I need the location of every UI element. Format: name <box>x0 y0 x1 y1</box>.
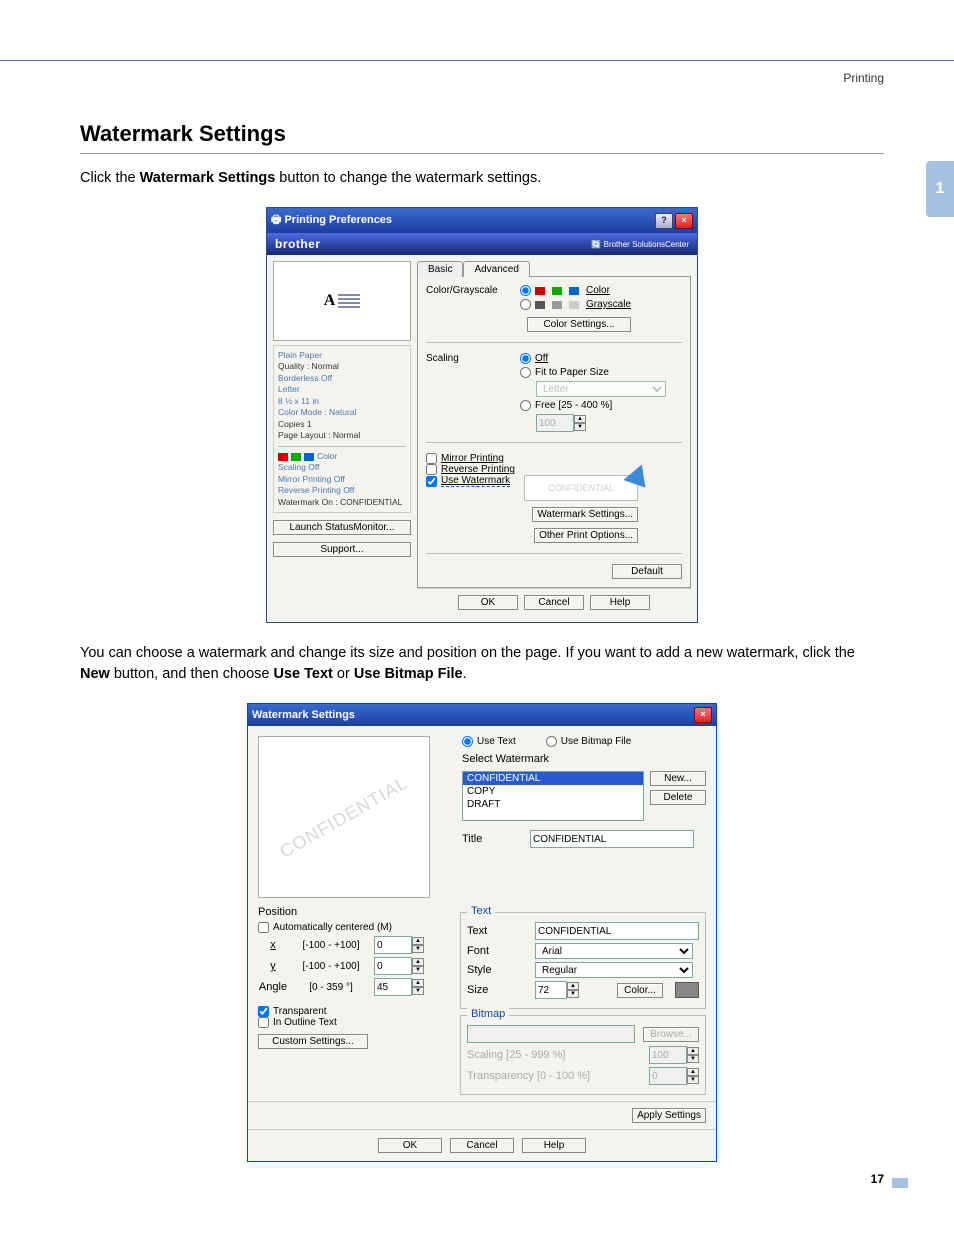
checkbox-outline-text[interactable]: In Outline Text <box>258 1017 446 1028</box>
checkbox-auto-centered[interactable]: Automatically centered (M) <box>258 922 446 933</box>
label-scaling: Scaling <box>426 353 510 364</box>
other-print-options-button[interactable]: Other Print Options... <box>534 528 638 543</box>
watermark-settings-button[interactable]: Watermark Settings... <box>532 507 638 522</box>
label-angle: Angle <box>258 981 288 993</box>
help-button[interactable]: Help <box>590 595 650 610</box>
label-transparency-pct: Transparency [0 - 100 %] <box>467 1070 641 1082</box>
solutions-center-link[interactable]: 🔄 Brother SolutionsCenter <box>591 240 689 249</box>
default-button[interactable]: Default <box>612 564 682 579</box>
label-scaling-pct: Scaling [25 - 999 %] <box>467 1049 641 1061</box>
radio-free-scaling[interactable]: Free [25 - 400 %] <box>520 400 666 411</box>
watermark-sample-preview: CONFIDENTIAL <box>524 475 638 501</box>
label-title: Title <box>462 833 522 845</box>
cancel-button[interactable]: Cancel <box>450 1138 514 1153</box>
label-style: Style <box>467 964 527 976</box>
page-number: 17 <box>871 1172 884 1186</box>
support-button[interactable]: Support... <box>273 542 411 557</box>
list-item[interactable]: DRAFT <box>463 798 643 811</box>
intro-bold: Watermark Settings <box>140 170 276 186</box>
label-color-grayscale: Color/Grayscale <box>426 285 510 296</box>
launch-status-monitor-button[interactable]: Launch StatusMonitor... <box>273 520 411 535</box>
title-input[interactable] <box>530 830 694 848</box>
label-font: Font <box>467 945 527 957</box>
header-category: Printing <box>843 71 884 85</box>
custom-settings-button[interactable]: Custom Settings... <box>258 1034 368 1049</box>
y-spinner[interactable]: ▲▼ <box>374 957 424 975</box>
ok-button[interactable]: OK <box>458 595 518 610</box>
list-item[interactable]: CONFIDENTIAL <box>463 772 643 785</box>
free-scaling-spinner: ▲▼ <box>536 414 666 432</box>
cancel-button[interactable]: Cancel <box>524 595 584 610</box>
intro-paragraph: Click the Watermark Settings button to c… <box>80 168 884 189</box>
settings-summary: Plain Paper Quality : Normal Borderless … <box>273 345 411 513</box>
label-size: Size <box>467 984 527 996</box>
checkbox-mirror-printing[interactable]: Mirror Printing <box>426 453 682 464</box>
close-icon[interactable]: × <box>694 707 712 723</box>
checkbox-transparent[interactable]: Transparent <box>258 1006 446 1017</box>
bitmap-scaling-spinner: ▲▼ <box>649 1046 699 1064</box>
printing-preferences-dialog: 🖶 Printing Preferences ? × brother 🔄 Bro… <box>266 207 698 623</box>
angle-spinner[interactable]: ▲▼ <box>374 978 424 996</box>
brand-logo: brother <box>275 237 321 251</box>
apply-settings-button[interactable]: Apply Settings <box>632 1108 706 1123</box>
size-spinner[interactable]: ▲▼ <box>535 981 579 999</box>
range-x: [-100 - +100] <box>296 940 366 951</box>
label-position: Position <box>258 906 446 918</box>
radio-color[interactable]: Color <box>520 285 631 296</box>
help-button[interactable]: Help <box>522 1138 586 1153</box>
range-y: [-100 - +100] <box>296 961 366 972</box>
range-angle: [0 - 359 °] <box>296 982 366 993</box>
label-x: x <box>258 939 288 951</box>
close-icon[interactable]: × <box>675 213 693 229</box>
color-button[interactable]: Color... <box>617 983 663 998</box>
help-icon[interactable]: ? <box>655 213 673 229</box>
titlebar: 🖶 Printing Preferences ? × <box>267 208 697 233</box>
fit-paper-select: Letter <box>536 381 666 397</box>
mid-paragraph: You can choose a watermark and change it… <box>80 643 884 685</box>
dialog2-title: Watermark Settings <box>252 709 355 721</box>
bitmap-path-input <box>467 1025 635 1043</box>
page-number-accent <box>892 1178 908 1188</box>
browse-button: Browse... <box>643 1027 699 1042</box>
font-select[interactable]: Arial <box>535 943 693 959</box>
x-spinner[interactable]: ▲▼ <box>374 936 424 954</box>
page-preview: A <box>273 261 411 341</box>
watermark-listbox[interactable]: CONFIDENTIAL COPY DRAFT <box>462 771 644 821</box>
bitmap-groupbox: Bitmap Browse... Scaling [25 - 999 %]▲▼ … <box>460 1015 706 1095</box>
radio-scaling-off[interactable]: Off <box>520 353 666 364</box>
new-button[interactable]: New... <box>650 771 706 786</box>
brand-row: brother 🔄 Brother SolutionsCenter <box>267 233 697 255</box>
watermark-preview: CONFIDENTIAL <box>258 736 430 898</box>
watermark-settings-dialog: Watermark Settings × CONFIDENTIAL Use Te… <box>247 703 717 1162</box>
label-text: Text <box>467 925 527 937</box>
checkbox-use-watermark[interactable]: Use Watermark <box>426 475 510 487</box>
chapter-side-tab: 1 <box>926 161 954 217</box>
ok-button[interactable]: OK <box>378 1138 442 1153</box>
radio-grayscale[interactable]: Grayscale <box>520 299 631 310</box>
radio-fit-paper[interactable]: Fit to Paper Size <box>520 367 666 378</box>
color-swatch <box>675 982 699 998</box>
dialog-title: 🖶 Printing Preferences <box>271 211 392 230</box>
intro-text-c: button to change the watermark settings. <box>275 170 541 186</box>
delete-button[interactable]: Delete <box>650 790 706 805</box>
list-item[interactable]: COPY <box>463 785 643 798</box>
tab-advanced[interactable]: Advanced <box>463 261 529 277</box>
label-select-watermark: Select Watermark <box>462 753 706 765</box>
label-y: y <box>258 960 288 972</box>
radio-use-text[interactable]: Use Text <box>462 736 516 747</box>
bitmap-transparency-spinner: ▲▼ <box>649 1067 699 1085</box>
style-select[interactable]: Regular <box>535 962 693 978</box>
text-input[interactable] <box>535 922 699 940</box>
tab-basic[interactable]: Basic <box>417 261 463 277</box>
section-title: Watermark Settings <box>80 121 884 154</box>
color-settings-button[interactable]: Color Settings... <box>527 317 631 332</box>
intro-text-a: Click the <box>80 170 140 186</box>
text-groupbox: Text Text FontArial StyleRegular Size ▲▼… <box>460 912 706 1009</box>
radio-use-bitmap[interactable]: Use Bitmap File <box>546 736 632 747</box>
